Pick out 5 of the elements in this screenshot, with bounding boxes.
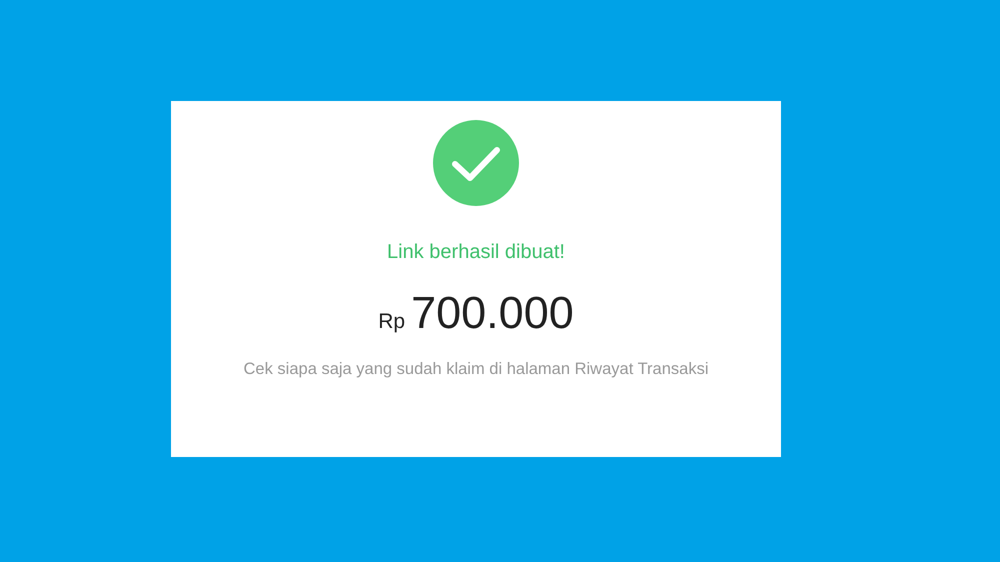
amount-value: 700.000 xyxy=(411,287,574,339)
check-icon xyxy=(433,120,519,206)
currency-label: Rp xyxy=(378,310,406,334)
info-text: Cek siapa saja yang sudah klaim di halaman Riwayat Transaksi xyxy=(242,359,710,380)
success-message: Link berhasil dibuat! xyxy=(387,240,565,264)
